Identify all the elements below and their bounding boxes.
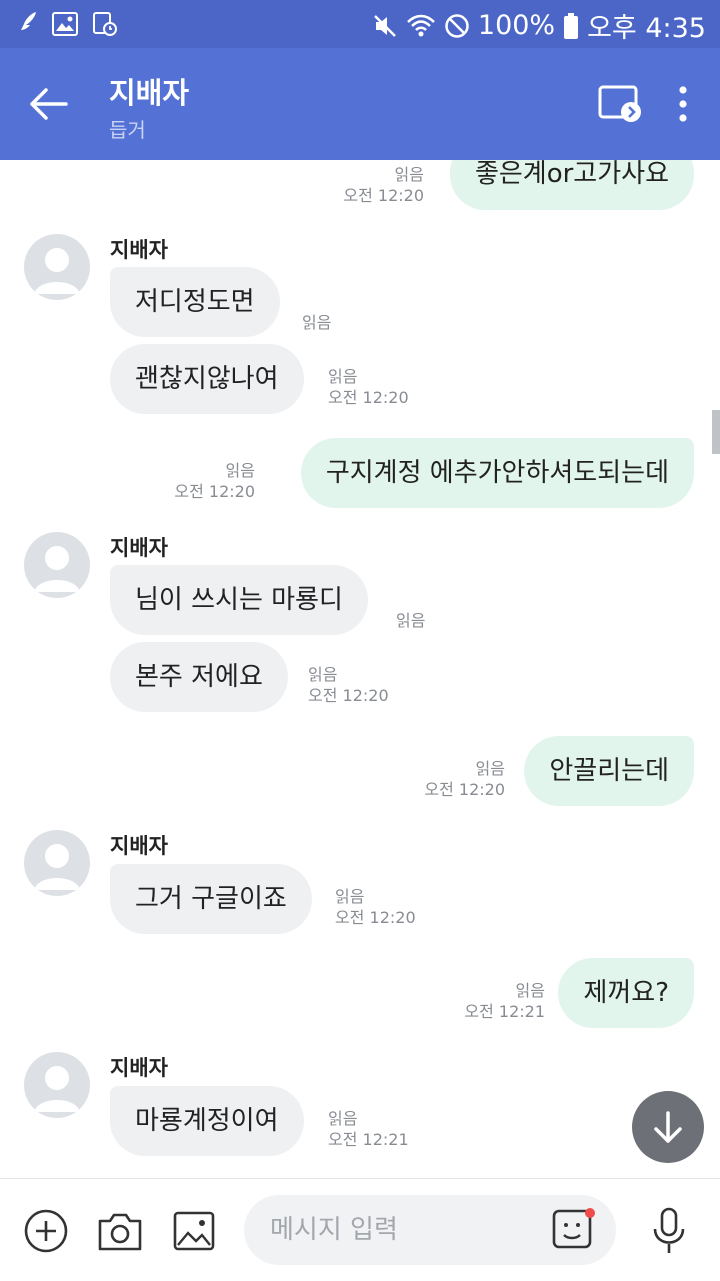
battery-icon bbox=[563, 12, 579, 40]
input-bar: 메시지 입력 bbox=[0, 1178, 720, 1281]
alarm-icon bbox=[92, 11, 118, 41]
person-icon bbox=[34, 546, 80, 592]
message-list[interactable]: 좋은계or고가사요 읽음 오전 12:20 지배자 저디정도면 읽음 괜찮지않나… bbox=[0, 160, 720, 1178]
sticker-button[interactable] bbox=[552, 1207, 595, 1249]
message-meta: 읽음 오전 12:20 bbox=[343, 165, 424, 205]
avatar[interactable] bbox=[24, 532, 90, 598]
message-meta: 읽음 오전 12:20 bbox=[335, 887, 416, 927]
camera-button[interactable] bbox=[97, 1209, 143, 1257]
scrollbar-thumb[interactable] bbox=[712, 410, 720, 454]
back-button[interactable] bbox=[26, 84, 74, 124]
feather-icon bbox=[14, 10, 38, 42]
add-button[interactable] bbox=[24, 1209, 68, 1257]
message-bubble-incoming[interactable]: 저디정도면 bbox=[110, 267, 280, 337]
message-meta: 읽음 오전 12:20 bbox=[328, 367, 409, 407]
message-bubble-incoming[interactable]: 본주 저에요 bbox=[110, 642, 288, 712]
arrow-down-icon bbox=[654, 1111, 682, 1143]
message-meta: 읽음 오전 12:20 bbox=[174, 461, 255, 501]
plus-icon bbox=[24, 1209, 68, 1253]
mute-icon bbox=[372, 13, 398, 39]
message-bubble-incoming[interactable]: 괜찮지않나여 bbox=[110, 344, 304, 414]
person-icon bbox=[34, 1066, 80, 1112]
sticker-icon bbox=[552, 1208, 595, 1249]
message-meta: 읽음 오전 12:21 bbox=[328, 1109, 409, 1149]
person-icon bbox=[34, 248, 80, 294]
message-bubble-incoming[interactable]: 님이 쓰시는 마룡디 bbox=[110, 565, 368, 635]
avatar[interactable] bbox=[24, 1052, 90, 1118]
message-meta: 읽음 오전 12:20 bbox=[424, 759, 505, 799]
app-bar: 지배자 듭거 bbox=[0, 48, 720, 160]
sender-name: 지배자 bbox=[110, 1056, 168, 1080]
gallery-icon bbox=[173, 1211, 215, 1251]
chat-subtitle: 듭거 bbox=[109, 118, 146, 142]
message-meta: 읽음 bbox=[396, 611, 426, 630]
mic-icon bbox=[653, 1207, 685, 1253]
sender-name: 지배자 bbox=[110, 834, 168, 858]
battery-level: 100% bbox=[477, 10, 556, 41]
more-options-button[interactable] bbox=[668, 84, 698, 124]
cast-button[interactable] bbox=[598, 84, 644, 124]
message-meta: 읽음 오전 12:20 bbox=[308, 665, 389, 705]
status-bar: 100% 오후 4:35 bbox=[0, 0, 720, 48]
more-vert-icon bbox=[679, 86, 687, 122]
avatar[interactable] bbox=[24, 830, 90, 896]
image-icon bbox=[52, 12, 78, 40]
cast-icon bbox=[598, 85, 641, 122]
clock: 오후 4:35 bbox=[587, 13, 706, 44]
message-bubble-incoming[interactable]: 그거 구글이죠 bbox=[110, 864, 312, 934]
avatar[interactable] bbox=[24, 234, 90, 300]
gallery-button[interactable] bbox=[172, 1209, 216, 1257]
chat-title: 지배자 bbox=[109, 76, 190, 110]
message-bubble-outgoing[interactable]: 좋은계or고가사요 bbox=[449, 160, 694, 210]
message-meta: 읽음 오전 12:21 bbox=[464, 981, 545, 1021]
voice-input-button[interactable] bbox=[650, 1207, 688, 1259]
camera-icon bbox=[98, 1213, 142, 1251]
person-icon bbox=[34, 844, 80, 890]
sender-name: 지배자 bbox=[110, 238, 168, 262]
message-bubble-incoming[interactable]: 마룡계정이여 bbox=[110, 1086, 304, 1156]
sender-name: 지배자 bbox=[110, 536, 168, 560]
scroll-to-bottom-button[interactable] bbox=[632, 1091, 704, 1163]
wifi-icon bbox=[406, 13, 436, 39]
message-bubble-outgoing[interactable]: 제꺼요? bbox=[558, 958, 694, 1028]
message-bubble-outgoing[interactable]: 구지계정 에추가안하셔도되는데 bbox=[300, 438, 694, 508]
message-bubble-outgoing[interactable]: 안끌리는데 bbox=[524, 736, 694, 806]
dnd-icon bbox=[444, 13, 470, 39]
message-meta: 읽음 bbox=[302, 313, 332, 332]
back-arrow-icon bbox=[30, 88, 68, 120]
